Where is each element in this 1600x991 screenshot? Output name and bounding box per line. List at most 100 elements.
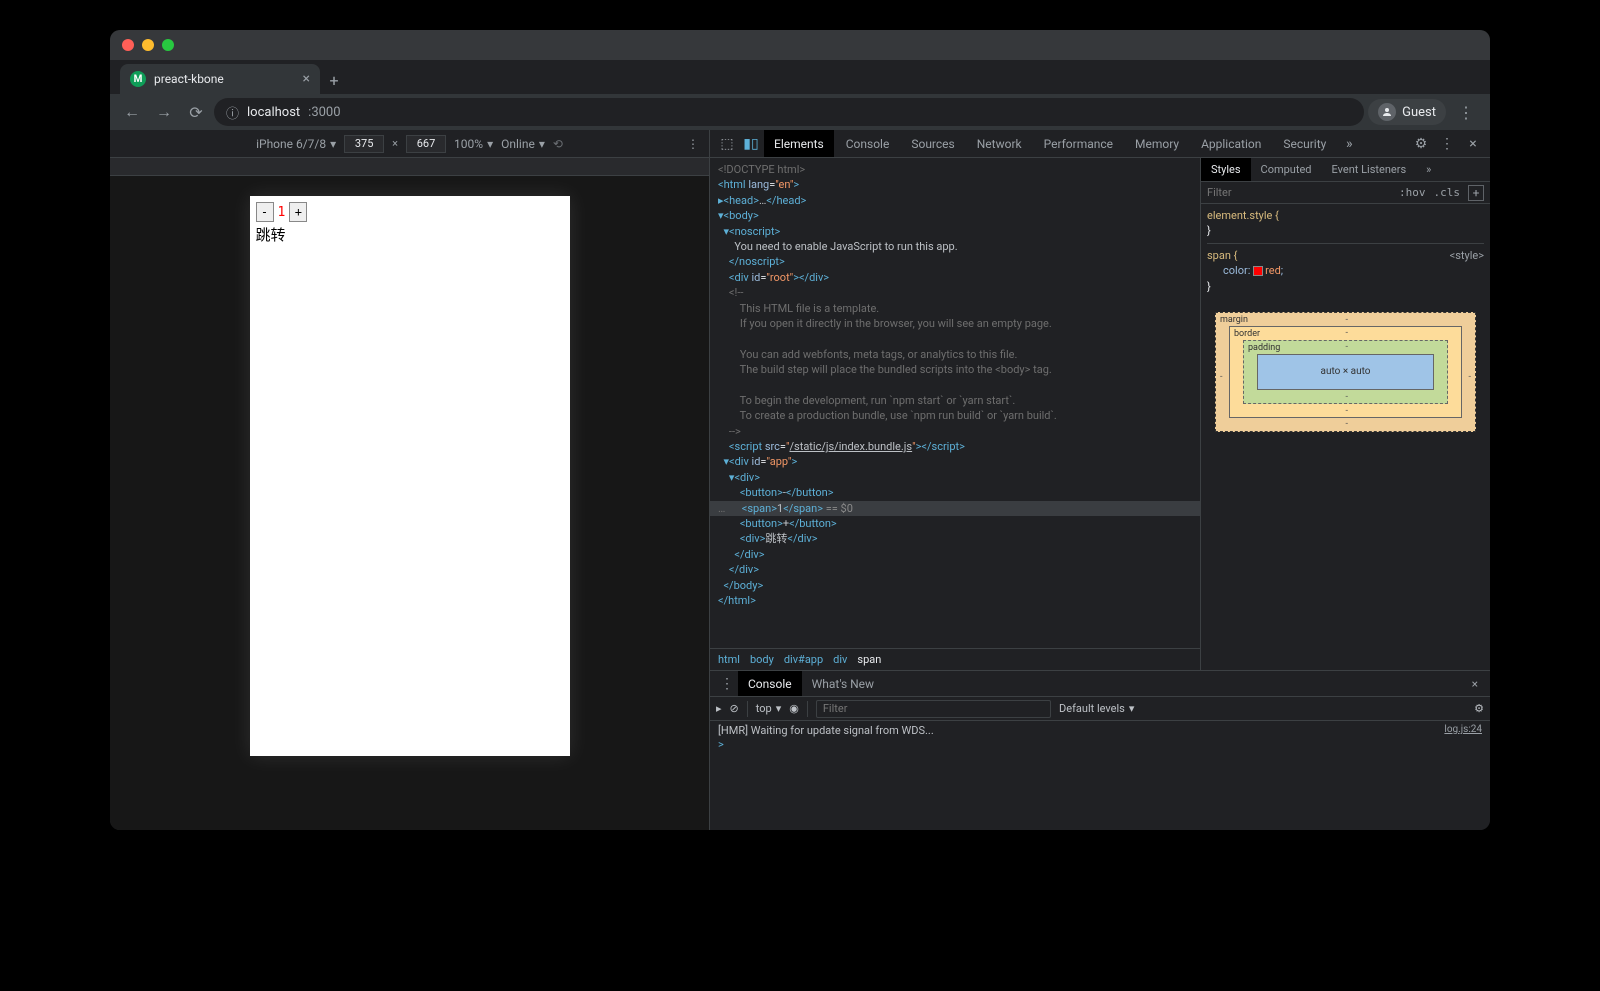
device-toggle-icon[interactable]: ▮▯	[740, 136, 762, 152]
box-content: auto × auto	[1257, 354, 1434, 390]
styles-tabs: Styles Computed Event Listeners »	[1201, 158, 1490, 182]
zoom-selector[interactable]: 100%▾	[454, 137, 493, 151]
color-swatch-icon[interactable]	[1253, 266, 1263, 276]
context-selector[interactable]: top▾	[756, 702, 781, 715]
throttle-selector[interactable]: Online▾	[501, 137, 545, 151]
tab-security[interactable]: Security	[1273, 130, 1336, 157]
drawer-menu-icon[interactable]: ⋮	[716, 676, 738, 692]
console-source-link[interactable]: log.js:24	[1444, 724, 1482, 737]
more-tabs-icon[interactable]: »	[1338, 136, 1360, 152]
devtools-pane: ⬚ ▮▯ Elements Console Sources Network Pe…	[710, 130, 1490, 830]
console-message: [HMR] Waiting for update signal from WDS…	[718, 724, 934, 737]
styles-pane: Styles Computed Event Listeners » :hov .…	[1200, 158, 1490, 670]
bc-html[interactable]: html	[718, 653, 740, 666]
device-viewport-pane: iPhone 6/7/8▾ × 100%▾ Online▾ ⟲ ⋮ - 1 +	[110, 130, 710, 830]
bc-span[interactable]: span	[857, 653, 881, 666]
styles-filter-input[interactable]	[1207, 186, 1391, 199]
reload-button[interactable]: ⟳	[182, 98, 210, 126]
cls-toggle[interactable]: .cls	[1434, 186, 1461, 199]
forward-button[interactable]: →	[150, 98, 178, 126]
content-area: iPhone 6/7/8▾ × 100%▾ Online▾ ⟲ ⋮ - 1 +	[110, 130, 1490, 830]
new-style-rule-button[interactable]: +	[1468, 185, 1484, 201]
tab-elements[interactable]: Elements	[764, 130, 834, 157]
tab-styles[interactable]: Styles	[1201, 158, 1251, 181]
profile-chip[interactable]: Guest	[1368, 99, 1446, 125]
console-settings-icon[interactable]: ⚙	[1474, 702, 1484, 715]
elements-panel: <!DOCTYPE html> <html lang="en"> ▸<head>…	[710, 158, 1200, 670]
live-expression-icon[interactable]: ◉	[789, 702, 799, 715]
jump-link[interactable]: 跳转	[256, 224, 564, 245]
clear-console-icon[interactable]: ⊘	[730, 702, 739, 715]
browser-menu-icon[interactable]: ⋮	[1450, 103, 1482, 122]
browser-window: M preact-kbone × + ← → ⟳ ⓘ localhost :300…	[110, 30, 1490, 830]
hov-toggle[interactable]: :hov	[1399, 186, 1426, 199]
device-name: iPhone 6/7/8	[256, 137, 326, 151]
close-drawer-icon[interactable]: ×	[1466, 677, 1484, 691]
viewport-canvas: - 1 + 跳转	[110, 176, 709, 830]
devtools-main: <!DOCTYPE html> <html lang="en"> ▸<head>…	[710, 158, 1490, 670]
console-drawer: ⋮ Console What's New × ▸ ⊘ top▾ ◉ Defaul…	[710, 670, 1490, 830]
new-tab-button[interactable]: +	[320, 66, 348, 94]
tab-network[interactable]: Network	[967, 130, 1032, 157]
log-levels-selector[interactable]: Default levels▾	[1059, 702, 1134, 715]
dimension-x: ×	[392, 137, 398, 150]
address-bar: ← → ⟳ ⓘ localhost :3000 Guest ⋮	[110, 94, 1490, 130]
tab-memory[interactable]: Memory	[1125, 130, 1189, 157]
dom-breadcrumb: html body div#app div span	[710, 648, 1200, 670]
counter-row: - 1 +	[256, 202, 564, 222]
styles-filter-bar: :hov .cls +	[1201, 182, 1490, 204]
sidebar-toggle-icon[interactable]: ▸	[716, 702, 722, 715]
tab-sources[interactable]: Sources	[901, 130, 964, 157]
url-port: :3000	[308, 105, 340, 120]
bc-body[interactable]: body	[750, 653, 774, 666]
console-prompt[interactable]: >	[710, 738, 1490, 751]
decrement-button[interactable]: -	[256, 202, 274, 222]
drawer-tabs: ⋮ Console What's New ×	[710, 671, 1490, 697]
profile-label: Guest	[1402, 105, 1436, 120]
minimize-window-icon[interactable]	[142, 39, 154, 51]
tab-performance[interactable]: Performance	[1034, 130, 1123, 157]
info-icon: ⓘ	[226, 103, 239, 122]
drawer-tab-console[interactable]: Console	[738, 671, 802, 696]
more-styles-tabs-icon[interactable]: »	[1416, 158, 1441, 181]
devtools-menu-icon[interactable]: ⋮	[1436, 136, 1458, 152]
tab-strip: M preact-kbone × +	[110, 60, 1490, 94]
back-button[interactable]: ←	[118, 98, 146, 126]
tab-event-listeners[interactable]: Event Listeners	[1322, 158, 1417, 181]
device-menu-icon[interactable]: ⋮	[687, 137, 699, 151]
device-toolbar: iPhone 6/7/8▾ × 100%▾ Online▾ ⟲ ⋮	[110, 130, 709, 158]
tab-title: preact-kbone	[154, 72, 224, 86]
tab-application[interactable]: Application	[1191, 130, 1271, 157]
bc-div[interactable]: div	[833, 653, 847, 666]
tab-computed[interactable]: Computed	[1251, 158, 1322, 181]
drawer-tab-whatsnew[interactable]: What's New	[802, 671, 884, 696]
console-output[interactable]: [HMR] Waiting for update signal from WDS…	[710, 721, 1490, 830]
close-tab-icon[interactable]: ×	[303, 71, 310, 87]
device-selector[interactable]: iPhone 6/7/8▾	[256, 137, 336, 151]
device-height-input[interactable]	[406, 135, 446, 153]
browser-tab[interactable]: M preact-kbone ×	[120, 64, 320, 94]
style-rules[interactable]: element.style { } <style>span { color: r…	[1201, 204, 1490, 298]
favicon-icon: M	[130, 71, 146, 87]
titlebar	[110, 30, 1490, 60]
close-devtools-icon[interactable]: ×	[1462, 136, 1484, 152]
console-filter-input[interactable]	[816, 700, 1051, 718]
url-field[interactable]: ⓘ localhost :3000	[214, 98, 1364, 126]
url-host: localhost	[247, 105, 300, 120]
settings-icon[interactable]: ⚙	[1410, 136, 1432, 152]
inspect-icon[interactable]: ⬚	[716, 136, 738, 152]
tab-console[interactable]: Console	[836, 130, 900, 157]
close-window-icon[interactable]	[122, 39, 134, 51]
rotate-icon[interactable]: ⟲	[553, 137, 563, 151]
increment-button[interactable]: +	[289, 202, 307, 222]
maximize-window-icon[interactable]	[162, 39, 174, 51]
guest-icon	[1378, 103, 1396, 121]
device-frame: - 1 + 跳转	[250, 196, 570, 756]
box-model[interactable]: margin -- -- border -- padding -- auto ×…	[1215, 312, 1476, 432]
bc-app[interactable]: div#app	[784, 653, 823, 666]
selected-dom-node[interactable]: … <span>1</span> == $0	[710, 501, 1200, 516]
traffic-lights	[122, 39, 174, 51]
device-width-input[interactable]	[344, 135, 384, 153]
console-toolbar: ▸ ⊘ top▾ ◉ Default levels▾ ⚙	[710, 697, 1490, 721]
dom-tree[interactable]: <!DOCTYPE html> <html lang="en"> ▸<head>…	[710, 158, 1200, 648]
